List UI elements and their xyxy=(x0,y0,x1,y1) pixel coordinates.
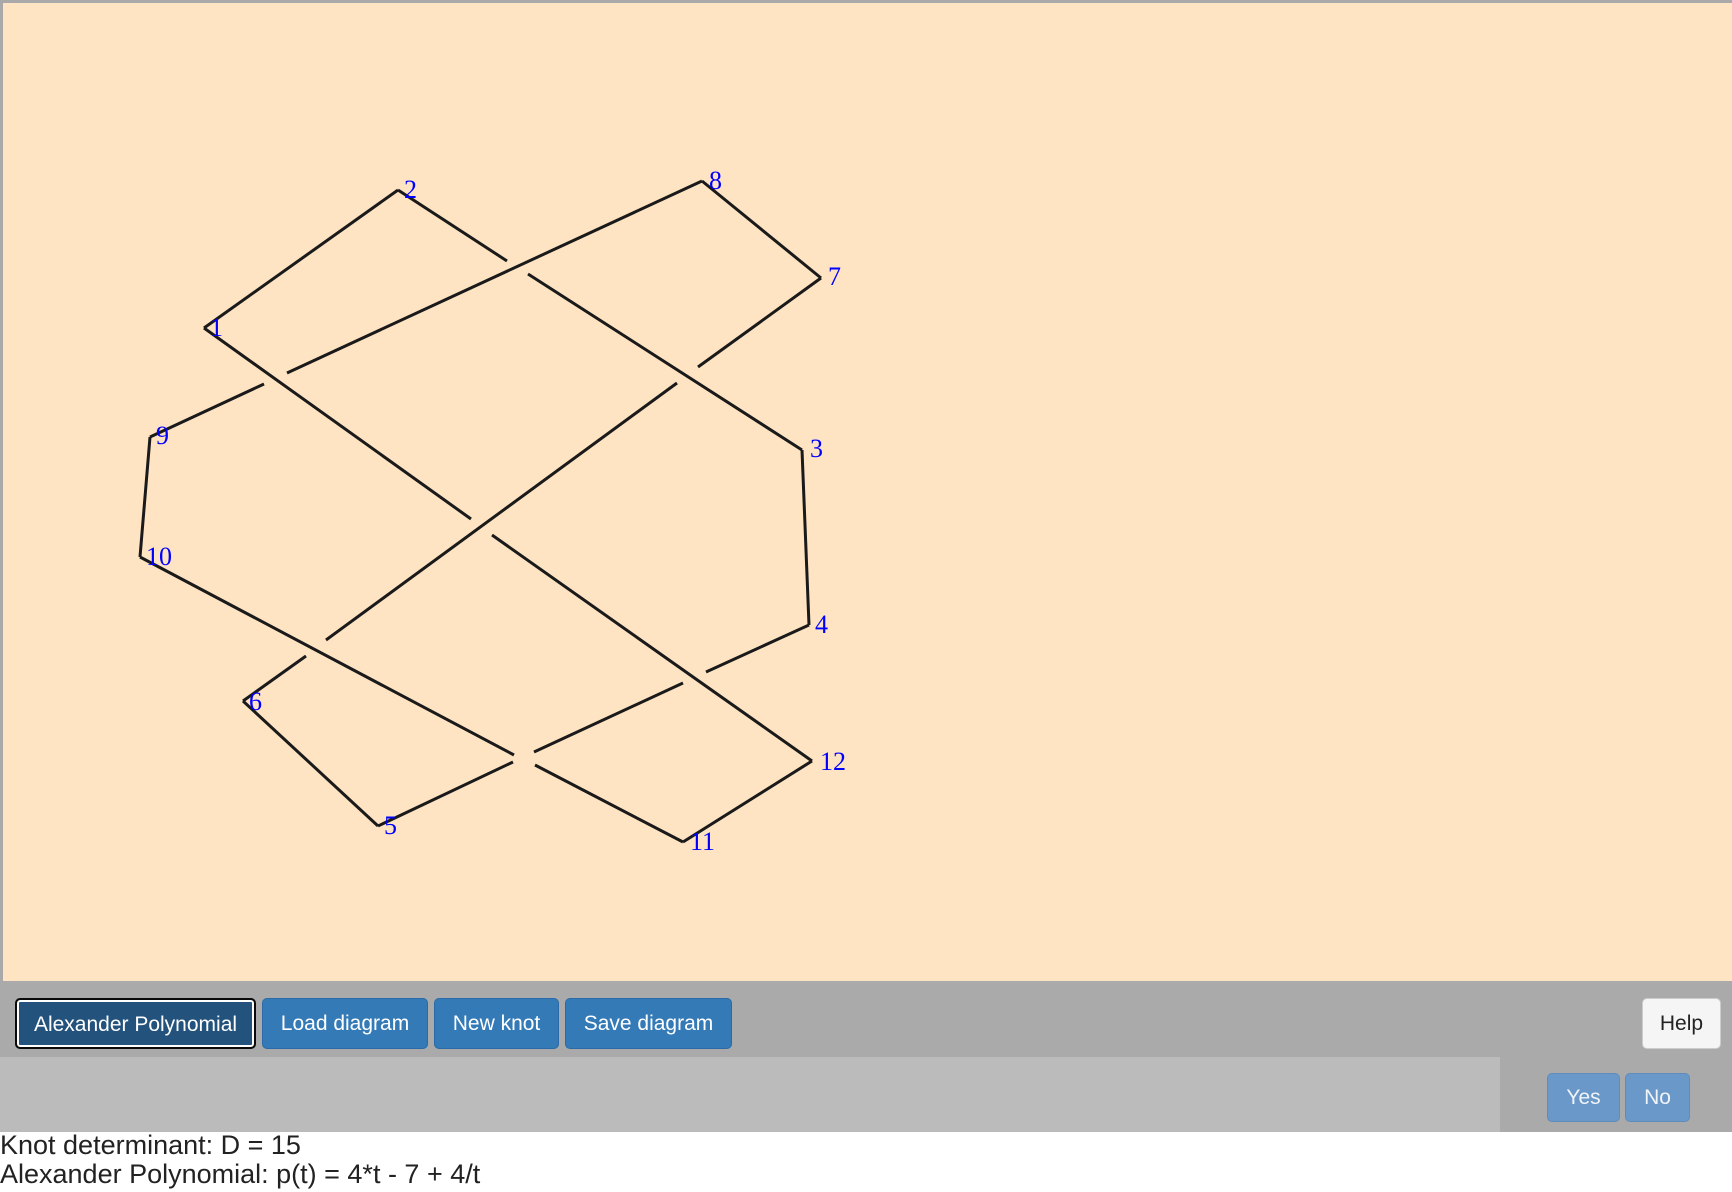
vertex-label-9: 9 xyxy=(156,421,169,450)
vertex-label-7: 7 xyxy=(828,262,841,291)
vertex-label-11: 11 xyxy=(690,827,715,856)
strand-segment[interactable] xyxy=(377,760,514,828)
strand-segment[interactable] xyxy=(701,179,822,280)
prompt-actions: Yes No xyxy=(1500,1057,1732,1132)
strand-segment[interactable] xyxy=(491,533,813,763)
no-button[interactable]: No xyxy=(1625,1073,1690,1122)
strand-segment[interactable] xyxy=(697,276,822,369)
vertex-label-12: 12 xyxy=(820,747,846,776)
vertex-label-6: 6 xyxy=(249,687,262,716)
strand-segment[interactable] xyxy=(138,436,152,558)
strand-segment[interactable] xyxy=(139,555,515,757)
alexander-polynomial-text: Alexander Polynomial: p(t) = 4*t - 7 + 4… xyxy=(0,1159,481,1189)
toolbar: Alexander Polynomial Load diagram New kn… xyxy=(0,981,1732,1057)
prompt-bar: Yes No xyxy=(0,1057,1732,1132)
save-diagram-button[interactable]: Save diagram xyxy=(565,998,732,1049)
knot-determinant-text: Knot determinant: D = 15 xyxy=(0,1130,301,1160)
strand-segment[interactable] xyxy=(800,449,811,626)
load-diagram-button[interactable]: Load diagram xyxy=(262,998,428,1049)
knot-diagram[interactable]: 1 2 3 4 5 6 7 8 9 10 11 12 xyxy=(3,3,1732,981)
new-knot-button[interactable]: New knot xyxy=(434,998,559,1049)
yes-button[interactable]: Yes xyxy=(1547,1073,1620,1122)
vertex-label-4: 4 xyxy=(815,610,828,639)
vertex-label-10: 10 xyxy=(146,542,172,571)
vertex-label-3: 3 xyxy=(810,434,823,463)
alexander-polynomial-button[interactable]: Alexander Polynomial xyxy=(15,998,256,1049)
vertex-labels: 1 2 3 4 5 6 7 8 9 10 11 12 xyxy=(146,166,846,856)
strand-segment[interactable] xyxy=(527,272,803,452)
strand-segment[interactable] xyxy=(533,681,684,754)
strand-segment[interactable] xyxy=(534,763,684,844)
vertex-label-1: 1 xyxy=(210,313,223,342)
results-panel: Knot determinant: D = 15 Alexander Polyn… xyxy=(0,1131,1732,1192)
help-button[interactable]: Help xyxy=(1642,998,1721,1049)
strand-segment[interactable] xyxy=(241,699,380,828)
vertex-label-2: 2 xyxy=(404,175,417,204)
strand-segment[interactable] xyxy=(203,188,399,330)
vertex-label-8: 8 xyxy=(709,166,722,195)
knot-canvas[interactable]: 1 2 3 4 5 6 7 8 9 10 11 12 xyxy=(0,0,1732,981)
vertex-label-5: 5 xyxy=(384,811,397,840)
strand-segment[interactable] xyxy=(705,623,810,674)
knot-strands xyxy=(138,179,822,844)
strand-segment[interactable] xyxy=(203,326,472,521)
strand-segment[interactable] xyxy=(325,381,678,642)
